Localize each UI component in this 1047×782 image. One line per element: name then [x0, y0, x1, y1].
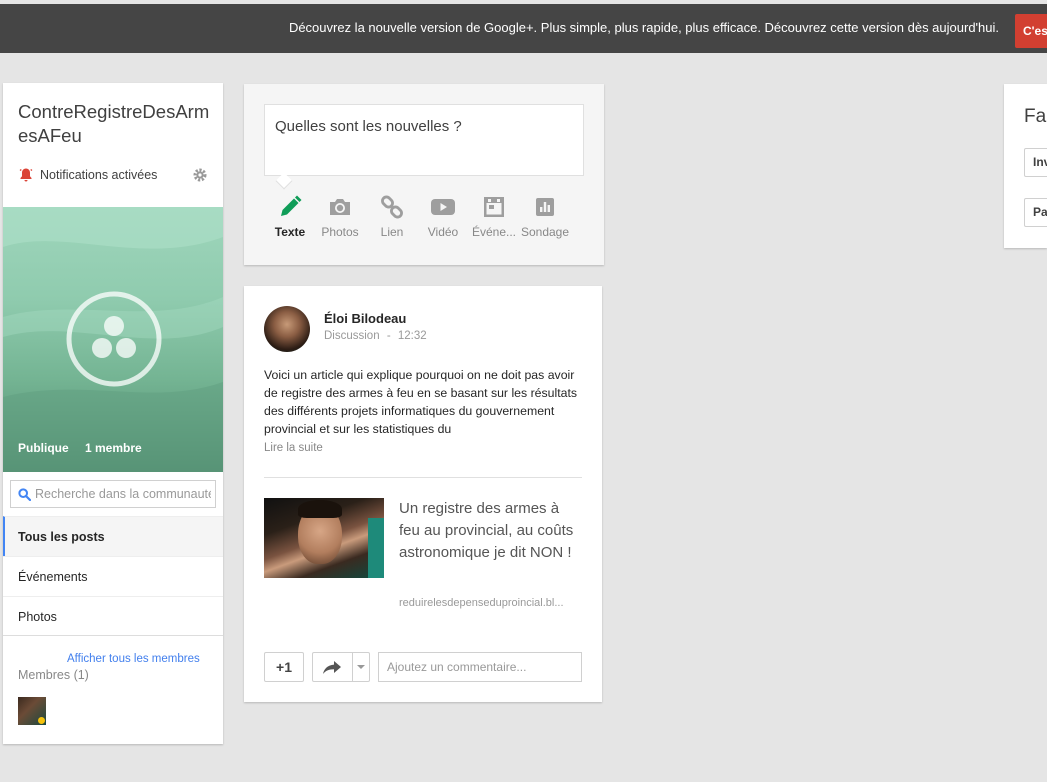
compose-card: Quelles sont les nouvelles ? Texte Photo… — [244, 84, 604, 265]
right-panel: Fa Inv Pa — [1004, 84, 1047, 248]
nav-events[interactable]: Événements — [3, 556, 223, 596]
video-icon — [431, 199, 455, 215]
thumbnail-hair — [298, 500, 342, 518]
plus-one-button[interactable]: +1 — [264, 652, 304, 682]
compose-event-button[interactable]: Événe... — [468, 194, 520, 239]
compose-link-label: Lien — [380, 225, 404, 239]
link-icon — [381, 195, 403, 219]
compose-text-label: Texte — [274, 225, 306, 239]
share-divider — [352, 653, 353, 681]
chevron-down-icon[interactable] — [357, 665, 365, 669]
moderator-star-icon — [38, 717, 45, 724]
compose-photos-button[interactable]: Photos — [314, 194, 366, 239]
post-meta-separator: - — [386, 330, 391, 342]
post-card: Éloi Bilodeau Discussion - 12:32 Voici u… — [244, 286, 602, 702]
event-icon — [484, 197, 504, 217]
members-title: Membres (1) — [18, 668, 89, 682]
share-arrow-icon — [323, 661, 341, 674]
poll-icon — [536, 198, 554, 216]
comment-box[interactable] — [378, 652, 582, 682]
compose-link-button[interactable]: Lien — [366, 194, 418, 239]
nav-divider — [3, 635, 223, 636]
share-button[interactable] — [312, 652, 370, 682]
gear-icon[interactable] — [192, 167, 208, 183]
post-divider — [264, 477, 582, 478]
right-panel-title: Fa — [1024, 106, 1047, 127]
author-avatar[interactable] — [264, 306, 310, 352]
nav-photos[interactable]: Photos — [3, 596, 223, 636]
read-more-link[interactable]: Lire la suite — [264, 442, 323, 454]
compose-photos-label: Photos — [321, 225, 359, 239]
community-name: ContreRegistreDesArmesAFeu — [18, 101, 210, 146]
community-search-input[interactable] — [35, 482, 211, 506]
community-nav: Tous les posts Événements Photos — [3, 516, 223, 636]
community-member-count: 1 membre — [85, 441, 142, 455]
compose-text-button[interactable]: Texte — [264, 194, 316, 239]
post-text: Voici un article qui explique pourquoi o… — [264, 368, 578, 436]
post-category[interactable]: Discussion — [324, 330, 380, 342]
community-visibility: Publique — [18, 441, 69, 455]
show-all-members-link[interactable]: Afficher tous les membres — [67, 653, 200, 665]
post-time[interactable]: 12:32 — [398, 330, 427, 342]
update-banner: Découvrez la nouvelle version de Google+… — [0, 4, 1047, 53]
compose-input[interactable]: Quelles sont les nouvelles ? — [264, 104, 584, 176]
compose-event-label: Événe... — [471, 225, 517, 239]
search-icon — [18, 488, 31, 501]
camera-icon — [330, 199, 350, 215]
compose-video-label: Vidéo — [427, 225, 459, 239]
link-thumbnail[interactable] — [264, 498, 384, 578]
compose-placeholder: Quelles sont les nouvelles ? — [275, 118, 462, 135]
link-url[interactable]: reduirelesdepenseduproincial.bl... — [399, 597, 584, 609]
bell-icon — [19, 168, 33, 182]
notifications-row[interactable]: Notifications activées — [18, 167, 213, 185]
notifications-label: Notifications activées — [40, 168, 158, 182]
post-meta: Discussion - 12:32 — [324, 330, 427, 342]
banner-message: Découvrez la nouvelle version de Google+… — [288, 20, 999, 35]
author-name[interactable]: Éloi Bilodeau — [324, 311, 406, 326]
community-sidebar: ContreRegistreDesArmesAFeu Notifications… — [3, 83, 223, 744]
comment-input[interactable] — [387, 655, 577, 679]
compose-poll-button[interactable]: Sondage — [519, 194, 571, 239]
compose-video-button[interactable]: Vidéo — [417, 194, 469, 239]
nav-all-posts[interactable]: Tous les posts — [3, 516, 223, 556]
link-title[interactable]: Un registre des armes à feu au provincia… — [399, 498, 584, 564]
right-panel-button-share[interactable]: Pa — [1024, 198, 1047, 227]
community-group-icon — [66, 291, 162, 387]
member-avatar[interactable] — [18, 697, 46, 725]
compose-actions: Texte Photos Lien Vidéo Événe... Sondage — [264, 194, 584, 244]
thumbnail-background — [368, 518, 384, 578]
banner-try-button[interactable]: C'est parti — [1015, 14, 1047, 48]
pencil-icon — [281, 195, 302, 216]
community-search-box[interactable] — [10, 480, 216, 508]
right-panel-button-invite[interactable]: Inv — [1024, 148, 1047, 177]
compose-poll-label: Sondage — [520, 225, 570, 239]
community-cover: Publique 1 membre — [3, 207, 223, 472]
